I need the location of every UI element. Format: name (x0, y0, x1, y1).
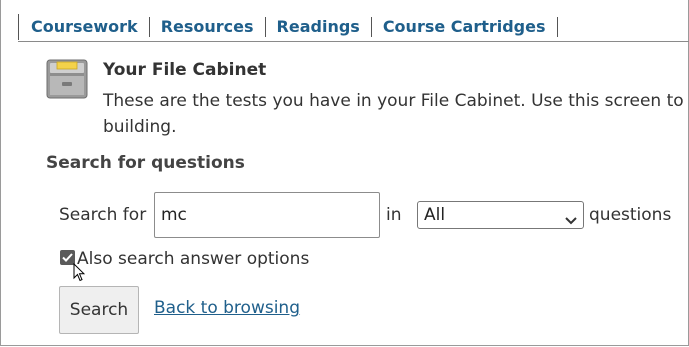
chevron-down-icon (565, 210, 577, 230)
search-for-label: Search for (59, 205, 147, 225)
in-label: in (386, 205, 402, 225)
questions-label: questions (589, 205, 672, 225)
file-cabinet-icon (45, 58, 89, 104)
checkmark-icon (62, 253, 73, 262)
search-button[interactable]: Search (59, 286, 139, 334)
nav-course-cartridges[interactable]: Course Cartridges (372, 17, 558, 37)
also-search-answers-label[interactable]: Also search answer options (77, 249, 309, 269)
page-description: These are the tests you have in your Fil… (103, 88, 689, 140)
nav-readings[interactable]: Readings (266, 17, 372, 37)
course-nav: Coursework Resources Readings Course Car… (18, 14, 558, 40)
scope-select[interactable]: All (417, 201, 584, 229)
nav-resources[interactable]: Resources (150, 17, 266, 37)
nav-divider (18, 41, 689, 42)
page-title: Your File Cabinet (103, 60, 267, 80)
back-to-browsing-link[interactable]: Back to browsing (154, 298, 300, 318)
nav-coursework[interactable]: Coursework (19, 17, 150, 37)
mouse-pointer-icon (73, 262, 86, 286)
search-input[interactable] (154, 192, 380, 238)
description-line-1: These are the tests you have in your Fil… (103, 91, 684, 111)
description-line-2: building. (103, 117, 177, 137)
scope-selected-value: All (424, 205, 446, 225)
search-section-heading: Search for questions (46, 153, 245, 173)
